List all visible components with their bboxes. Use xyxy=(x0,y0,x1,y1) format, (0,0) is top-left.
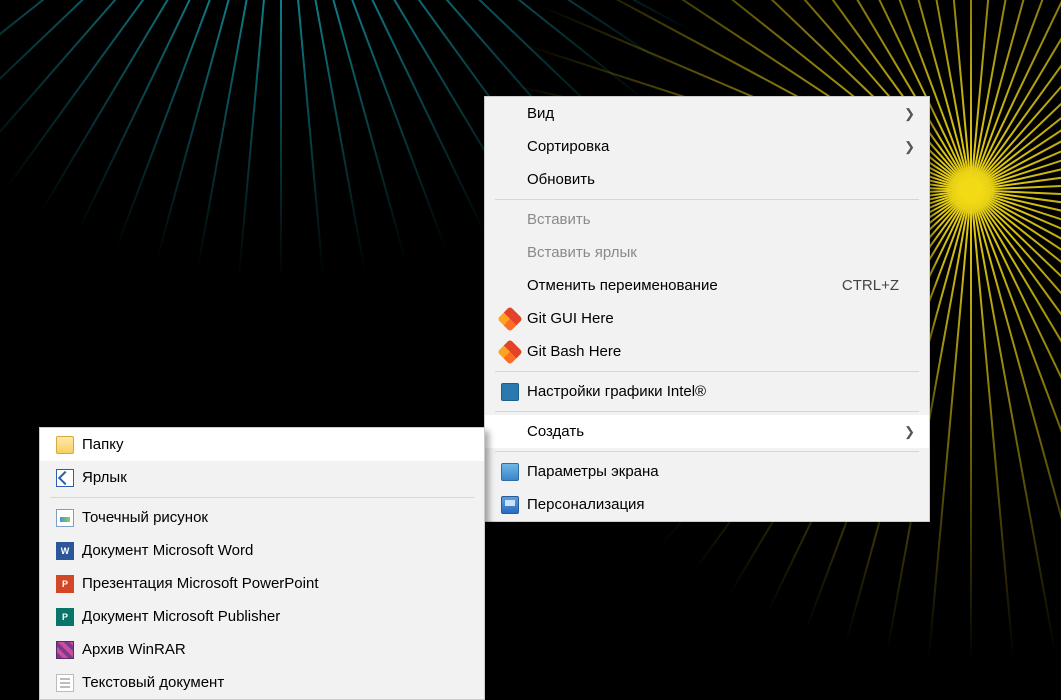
desktop-context-menu: Вид ❯ Сортировка ❯ Обновить Вставить Вст… xyxy=(484,96,930,522)
submenu-item-bitmap[interactable]: Точечный рисунок xyxy=(40,501,484,534)
bitmap-icon xyxy=(56,509,74,527)
chevron-right-icon: ❯ xyxy=(899,139,915,155)
menu-item-label: Обновить xyxy=(523,171,899,188)
menu-separator xyxy=(495,199,919,200)
monitor-icon xyxy=(501,463,519,481)
submenu-item-text-document[interactable]: Текстовый документ xyxy=(40,666,484,699)
menu-item-label: Сортировка xyxy=(523,138,899,155)
publisher-icon xyxy=(56,608,74,626)
menu-item-view[interactable]: Вид ❯ xyxy=(485,97,929,130)
menu-item-label: Презентация Microsoft PowerPoint xyxy=(78,575,470,592)
submenu-item-winrar[interactable]: Архив WinRAR xyxy=(40,633,484,666)
personalize-icon xyxy=(501,496,519,514)
chevron-right-icon: ❯ xyxy=(899,106,915,122)
submenu-item-word[interactable]: Документ Microsoft Word xyxy=(40,534,484,567)
menu-item-label: Параметры экрана xyxy=(523,463,899,480)
menu-item-label: Ярлык xyxy=(78,469,470,486)
menu-item-create[interactable]: Создать ❯ xyxy=(485,415,929,448)
submenu-item-shortcut[interactable]: Ярлык xyxy=(40,461,484,494)
menu-item-label: Текстовый документ xyxy=(78,674,470,691)
menu-item-label: Документ Microsoft Word xyxy=(78,542,470,559)
menu-item-label: Точечный рисунок xyxy=(78,509,470,526)
menu-item-label: Отменить переименование xyxy=(523,277,812,294)
menu-item-label: Настройки графики Intel® xyxy=(523,383,899,400)
menu-item-label: Вставить ярлык xyxy=(523,244,899,261)
menu-separator xyxy=(50,497,474,498)
menu-item-paste-shortcut: Вставить ярлык xyxy=(485,236,929,269)
menu-item-label: Документ Microsoft Publisher xyxy=(78,608,470,625)
git-icon xyxy=(497,339,522,364)
create-submenu: Папку Ярлык Точечный рисунок Документ Mi… xyxy=(39,427,485,700)
shortcut-icon xyxy=(56,469,74,487)
menu-item-personalize[interactable]: Персонализация xyxy=(485,488,929,521)
menu-item-git-bash[interactable]: Git Bash Here xyxy=(485,335,929,368)
folder-icon xyxy=(56,436,74,454)
menu-item-display-settings[interactable]: Параметры экрана xyxy=(485,455,929,488)
menu-item-label: Создать xyxy=(523,423,899,440)
menu-item-label: Вставить xyxy=(523,211,899,228)
menu-item-label: Git Bash Here xyxy=(523,343,899,360)
menu-separator xyxy=(495,411,919,412)
menu-separator xyxy=(495,371,919,372)
menu-item-refresh[interactable]: Обновить xyxy=(485,163,929,196)
menu-item-label: Git GUI Here xyxy=(523,310,899,327)
word-icon xyxy=(56,542,74,560)
submenu-item-powerpoint[interactable]: Презентация Microsoft PowerPoint xyxy=(40,567,484,600)
menu-item-label: Вид xyxy=(523,105,899,122)
chevron-right-icon: ❯ xyxy=(899,424,915,440)
menu-item-label: Папку xyxy=(78,436,470,453)
submenu-item-folder[interactable]: Папку xyxy=(40,428,484,461)
menu-separator xyxy=(495,451,919,452)
git-icon xyxy=(497,306,522,331)
powerpoint-icon xyxy=(56,575,74,593)
menu-item-undo-rename[interactable]: Отменить переименование CTRL+Z xyxy=(485,269,929,302)
intel-icon xyxy=(501,383,519,401)
submenu-item-publisher[interactable]: Документ Microsoft Publisher xyxy=(40,600,484,633)
menu-item-shortcut: CTRL+Z xyxy=(842,277,899,294)
menu-item-paste: Вставить xyxy=(485,203,929,236)
menu-item-label: Архив WinRAR xyxy=(78,641,470,658)
menu-item-git-gui[interactable]: Git GUI Here xyxy=(485,302,929,335)
menu-item-sort[interactable]: Сортировка ❯ xyxy=(485,130,929,163)
menu-item-label: Персонализация xyxy=(523,496,899,513)
winrar-icon xyxy=(56,641,74,659)
menu-item-intel-graphics[interactable]: Настройки графики Intel® xyxy=(485,375,929,408)
text-file-icon xyxy=(56,674,74,692)
